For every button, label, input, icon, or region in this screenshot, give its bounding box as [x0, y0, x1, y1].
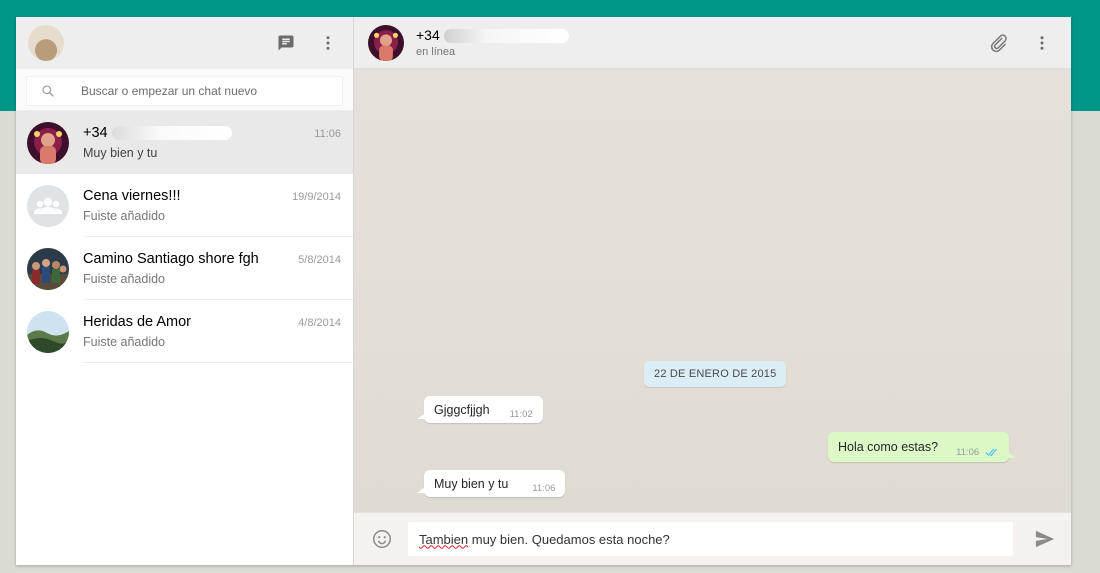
chat-item-body: Heridas de Amor 4/8/2014 Fuiste añadido [83, 300, 353, 363]
misspelled-word: Tambien [419, 531, 469, 547]
chat-time: 11:06 [314, 127, 341, 140]
message-time: 11:06 [532, 483, 556, 494]
chat-time: 5/8/2014 [298, 253, 341, 266]
message-text: Gjggcfjjgh [434, 402, 490, 417]
search-input[interactable] [81, 84, 321, 98]
contact-avatar[interactable] [368, 24, 404, 61]
search-icon [42, 85, 54, 97]
compose-text: muy bien. Quedamos esta noche? [468, 531, 670, 547]
message-area[interactable]: 22 DE ENERO DE 2015 Gjggcfjjgh 11:02 Hol… [354, 69, 1071, 512]
chat-time: 19/9/2014 [292, 190, 341, 203]
compose-bar: Tambien muy bien. Quedamos esta noche? [354, 512, 1071, 565]
group-photo-avatar [27, 247, 69, 290]
search-box[interactable] [26, 76, 343, 106]
contact-status: en línea [416, 46, 456, 58]
chat-name: +34 [83, 125, 314, 141]
incoming-message[interactable]: Muy bien y tu 11:06 [416, 470, 566, 497]
conversation-pane: +34 en línea 22 DE ENERO DE 2015 Gjggcfj… [354, 17, 1071, 565]
read-ticks-icon [985, 448, 999, 457]
chat-item-body: Cena viernes!!! 19/9/2014 Fuiste añadido [83, 174, 353, 237]
my-profile-avatar[interactable] [28, 25, 64, 61]
message-text: Hola como estas? [838, 440, 939, 454]
incoming-message[interactable]: Gjggcfjjgh 11:02 [417, 396, 543, 423]
chat-list: +34 11:06 Muy bien y tu Cena viernes!!! … [16, 111, 353, 565]
chat-list-item[interactable]: Camino Santiago shore fgh 5/8/2014 Fuist… [16, 237, 353, 300]
outgoing-message[interactable]: Hola como estas? 11:06 [828, 432, 1017, 462]
chat-preview: Fuiste añadido [83, 334, 166, 349]
send-arrow-icon[interactable] [1033, 527, 1057, 551]
message-time: 11:02 [509, 409, 533, 420]
conversation-header: +34 en línea [354, 17, 1071, 69]
smiley-icon[interactable] [370, 527, 394, 551]
message-time: 11:06 [956, 446, 980, 458]
new-chat-icon[interactable] [275, 32, 297, 54]
landscape-avatar [27, 310, 69, 353]
search-area [16, 69, 353, 111]
chat-preview: Muy bien y tu [83, 145, 158, 160]
date-divider: 22 DE ENERO DE 2015 [644, 361, 787, 387]
chat-name: Cena viernes!!! [83, 187, 181, 204]
chat-time: 4/8/2014 [298, 316, 341, 329]
group-avatar-icon [27, 184, 69, 227]
chat-list-item[interactable]: Cena viernes!!! 19/9/2014 Fuiste añadido [16, 174, 353, 237]
more-vert-icon[interactable] [1031, 32, 1053, 54]
chat-list-item[interactable]: +34 11:06 Muy bien y tu [16, 111, 353, 174]
whatsapp-web-app: +34 11:06 Muy bien y tu [16, 17, 1071, 565]
chat-item-body: +34 11:06 Muy bien y tu [83, 111, 353, 174]
sidebar-header [16, 17, 353, 69]
chat-list-item[interactable]: Heridas de Amor 4/8/2014 Fuiste añadido [16, 300, 353, 363]
contact-info[interactable]: +34 en línea [416, 27, 965, 58]
message-input[interactable]: Tambien muy bien. Quedamos esta noche? [408, 522, 1013, 556]
paperclip-icon[interactable] [987, 32, 1009, 54]
sidebar: +34 11:06 Muy bien y tu [16, 17, 354, 565]
contact-avatar [27, 121, 69, 164]
chat-item-body: Camino Santiago shore fgh 5/8/2014 Fuist… [83, 237, 353, 300]
message-text: Muy bien y tu [434, 476, 509, 491]
redacted-name-blur [111, 125, 232, 140]
chat-preview: Fuiste añadido [83, 208, 166, 223]
redacted-name-blur [443, 29, 569, 44]
chat-preview: Fuiste añadido [83, 271, 166, 286]
more-vert-icon[interactable] [317, 32, 339, 54]
contact-name: +34 [416, 27, 965, 44]
chat-name: Camino Santiago shore fgh [83, 250, 259, 267]
chat-name: Heridas de Amor [83, 313, 191, 330]
